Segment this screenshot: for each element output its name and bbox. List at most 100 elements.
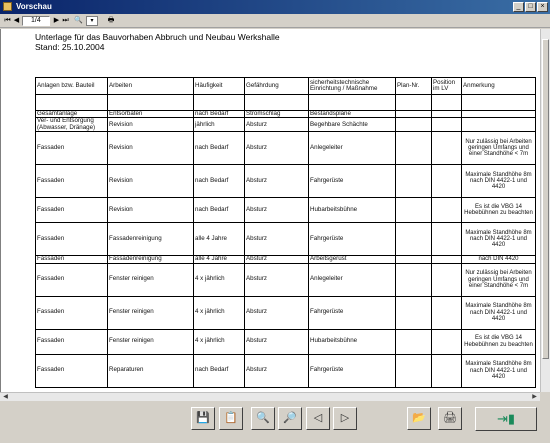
table-header-row: Anlagen bzw. Bauteil Arbeiten Häufigkeit… (35, 77, 536, 95)
table-cell: Absturz (244, 295, 309, 330)
table-cell: Fassaden (35, 222, 108, 257)
print-icon[interactable]: 🖶 (106, 16, 116, 26)
table-cell: Fahrgerüste (308, 295, 396, 330)
table-cell (395, 164, 432, 199)
table-cell: Es ist die VBG 14 Hebebühnen zu beachten (461, 328, 536, 355)
table-cell: Bestandspläne (308, 109, 396, 119)
table-cell: nach Bedarf (193, 164, 245, 199)
table-cell: Gesamtanlage (35, 109, 108, 119)
table-cell: Fassaden (35, 197, 108, 224)
table-cell (431, 109, 462, 119)
last-page-icon[interactable]: ⏭ (61, 16, 70, 26)
table-cell: 4 x jährlich (193, 328, 245, 355)
zoom-in-icon[interactable]: 🔍 (251, 407, 275, 430)
next-page-icon[interactable]: ▷ (333, 407, 357, 430)
table-cell (395, 117, 432, 133)
table-cell: Es ist die VBG 14 Hebebühnen zu beachten (461, 197, 536, 224)
safety-table: Anlagen bzw. Bauteil Arbeiten Häufigkeit… (35, 77, 536, 388)
table-cell (395, 197, 432, 224)
table-cell: Maximale Standhöhe 8m nach DIN 4422-1 un… (461, 222, 536, 257)
table-cell: alle 4 Jahre (193, 222, 245, 257)
table-cell: Maximale Standhöhe 8m nach DIN 4422-1 un… (461, 295, 536, 330)
save-icon[interactable]: 💾 (191, 407, 215, 430)
table-cell: Anlegeleiter (308, 262, 396, 297)
table-cell: Absturz (244, 262, 309, 297)
table-cell: jährlich (193, 117, 245, 133)
window-title: Vorschau (16, 2, 52, 11)
maximize-button[interactable]: □ (525, 2, 536, 12)
bottom-toolbar: 💾 📋 🔍 🔎 ◁ ▷ 📂 🖨 ⇥▮ (0, 402, 550, 443)
document-title: Unterlage für das Bauvorhaben Abbruch un… (35, 32, 280, 42)
table-cell: Absturz (244, 131, 309, 166)
vertical-scrollbar[interactable] (540, 29, 550, 392)
table-row: Fassaden Reparaturen nach Bedarf Absturz Fa… (35, 353, 536, 388)
printer-icon[interactable]: 🖨 (438, 407, 462, 430)
table-cell: Absturz (244, 197, 309, 224)
table-cell: Revision (107, 117, 194, 133)
table-cell (431, 295, 462, 330)
scroll-right-icon[interactable]: ▶ (530, 393, 539, 401)
table-cell: Fenster reinigen (107, 262, 194, 297)
table-row: Fassaden Revision nach Bedarf Absturz Fahrg… (35, 164, 536, 199)
close-button[interactable]: × (537, 2, 548, 12)
table-cell: nach Bedarf (193, 197, 245, 224)
table-cell: Absturz (244, 222, 309, 257)
document-viewport[interactable]: Unterlage für das Bauvorhaben Abbruch un… (0, 29, 540, 392)
exit-button[interactable]: ⇥▮ (475, 407, 537, 431)
table-cell: Fassadenreinigung (107, 255, 194, 264)
table-cell: Revision (107, 164, 194, 199)
vertical-scroll-thumb[interactable] (542, 39, 549, 359)
column-header: Arbeiten (107, 77, 194, 95)
prev-page-icon[interactable]: ◀ (12, 16, 21, 26)
table-cell (193, 94, 245, 111)
table-cell (308, 94, 396, 111)
table-cell: 4 x jährlich (193, 295, 245, 330)
zoom-out-icon[interactable]: 🔎 (278, 407, 302, 430)
table-cell (431, 353, 462, 388)
table-cell: Fassaden (35, 164, 108, 199)
table-cell: nach Bedarf (193, 131, 245, 166)
document-date: Stand: 25.10.2004 (35, 42, 105, 52)
page-number-field[interactable]: 1/4 (22, 16, 50, 26)
table-cell: Arbeitsgerüst (308, 255, 396, 264)
table-cell (107, 94, 194, 111)
table-cell: Nur zulässig bei Arbeiten geringen Umfan… (461, 262, 536, 297)
table-cell (431, 164, 462, 199)
first-page-icon[interactable]: ⏮ (3, 16, 12, 26)
table-cell (395, 262, 432, 297)
table-cell: Fahrgerüste (308, 164, 396, 199)
table-cell: Absturz (244, 117, 309, 133)
table-cell (461, 94, 536, 111)
column-header: Position im LV (431, 77, 462, 95)
table-cell (431, 222, 462, 257)
table-cell (395, 255, 432, 264)
column-header: Plan-Nr. (395, 77, 432, 95)
horizontal-scrollbar[interactable]: ◀ ▶ (0, 392, 540, 401)
minimize-button[interactable]: _ (513, 2, 524, 12)
table-cell (395, 131, 432, 166)
table-cell: Absturz (244, 353, 309, 388)
table-row: Fassaden Fassadenreinigung alle 4 Jahre Abs… (35, 255, 536, 264)
table-row: Fassaden Fassadenreinigung alle 4 Jahre Abs… (35, 222, 536, 257)
table-cell (431, 117, 462, 133)
table-cell: nach Bedarf (193, 109, 245, 119)
copy-icon[interactable]: 📋 (219, 407, 243, 430)
table-cell (395, 328, 432, 355)
table-cell (395, 109, 432, 119)
table-cell: Fahrgerüste (308, 222, 396, 257)
zoom-dropdown[interactable]: ▾ (86, 16, 98, 26)
table-cell: Absturz (244, 328, 309, 355)
table-row: Fassaden Revision nach Bedarf Absturz Hubar… (35, 197, 536, 224)
previous-page-icon[interactable]: ◁ (306, 407, 330, 430)
open-folder-icon[interactable]: 📂 (407, 407, 431, 430)
zoom-icon[interactable]: 🔍 (74, 16, 83, 26)
table-cell: Fenster reinigen (107, 295, 194, 330)
table-cell: Fassaden (35, 328, 108, 355)
table-cell: Fassaden (35, 295, 108, 330)
next-page-icon[interactable]: ▶ (52, 16, 61, 26)
table-cell: 4 x jährlich (193, 262, 245, 297)
table-cell: Revision (107, 131, 194, 166)
table-cell: Absturz (244, 255, 309, 264)
scroll-left-icon[interactable]: ◀ (1, 393, 10, 401)
table-cell (244, 94, 309, 111)
